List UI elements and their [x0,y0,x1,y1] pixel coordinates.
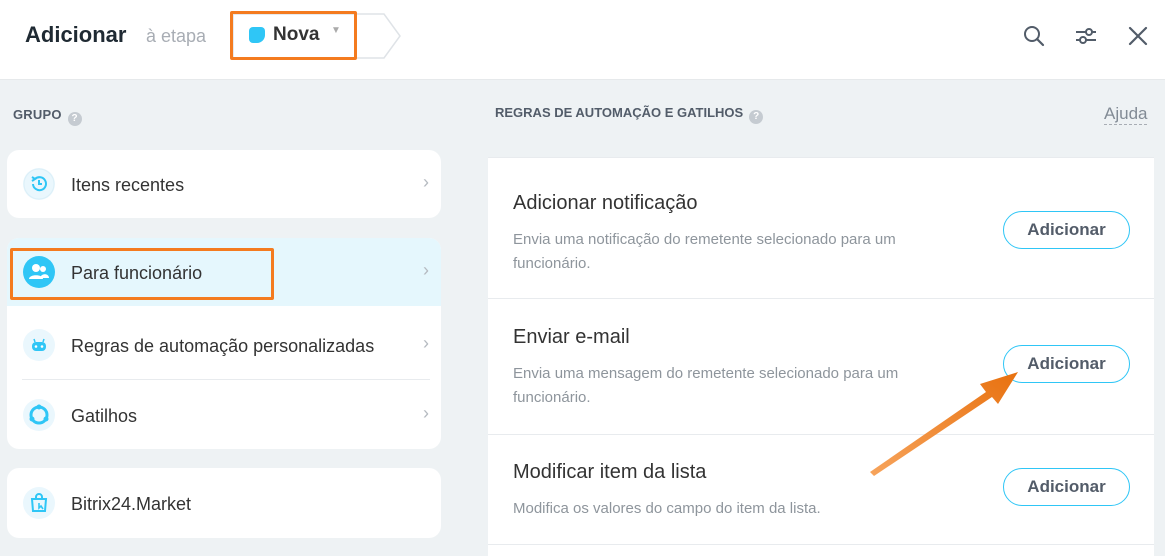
history-icon [23,168,55,200]
robot-icon [23,329,55,361]
rule-item: Modificar item da lista Modifica os valo… [488,435,1154,545]
rule-description: Modifica os valores do campo do item da … [513,500,821,517]
chevron-right-icon: › [423,260,429,280]
help-icon[interactable]: ? [749,110,764,124]
rule-item: Enviar e-mail Envia uma mensagem do reme… [488,299,1154,435]
help-link[interactable]: Ajuda [1104,104,1148,125]
group-title-text: GRUPO [13,107,62,122]
highlight-employee [10,248,274,300]
trigger-icon [23,399,55,431]
rule-title: Modificar item da lista [513,461,707,483]
rule-description: Envia uma notificação do remetente selec… [513,231,896,272]
rules-title-text: REGRAS DE AUTOMAÇÃO E GATILHOS [495,105,744,120]
rule-title: Enviar e-mail [513,326,630,348]
market-bag-icon [23,487,55,519]
group-section-title: GRUPO? [13,107,82,126]
add-email-button[interactable]: Adicionar [1003,345,1130,383]
header: Adicionar à etapa Nova ▼ [0,0,1165,80]
chevron-right-icon: › [423,172,429,192]
add-list-item-button[interactable]: Adicionar [1003,468,1130,506]
sidebar-item-label: Bitrix24.Market [71,494,192,514]
chevron-right-icon: › [423,333,429,353]
sidebar-item-label: Itens recentes [71,175,185,195]
divider [22,379,430,380]
rules-list: Adicionar notificação Envia uma notifica… [488,157,1154,556]
sidebar-item-market[interactable]: Bitrix24.Market [7,469,441,537]
rules-section-title: REGRAS DE AUTOMAÇÃO E GATILHOS? [495,105,764,124]
page-title: Adicionar [25,22,127,47]
sidebar-item-recent[interactable]: Itens recentes › [7,150,441,218]
stage-label: à etapa [146,26,207,46]
close-icon[interactable] [1124,22,1152,50]
sidebar-item-custom-rules[interactable]: Regras de automação personalizadas › [7,311,441,379]
add-notification-button[interactable]: Adicionar [1003,211,1130,249]
sidebar-item-triggers[interactable]: Gatilhos › [7,381,441,449]
search-icon[interactable] [1020,22,1048,50]
rule-item: Adicionar notificação Envia uma notifica… [488,157,1154,299]
help-icon[interactable]: ? [67,112,82,126]
rule-title: Adicionar notificação [513,192,698,214]
chevron-right-icon: › [423,403,429,423]
sliders-icon[interactable] [1072,22,1100,50]
highlight-stage [230,11,357,60]
sidebar-item-label: Regras de automação personalizadas [71,336,375,356]
rule-description: Envia uma mensagem do remetente selecion… [513,365,899,406]
sidebar-item-label: Gatilhos [71,406,138,426]
